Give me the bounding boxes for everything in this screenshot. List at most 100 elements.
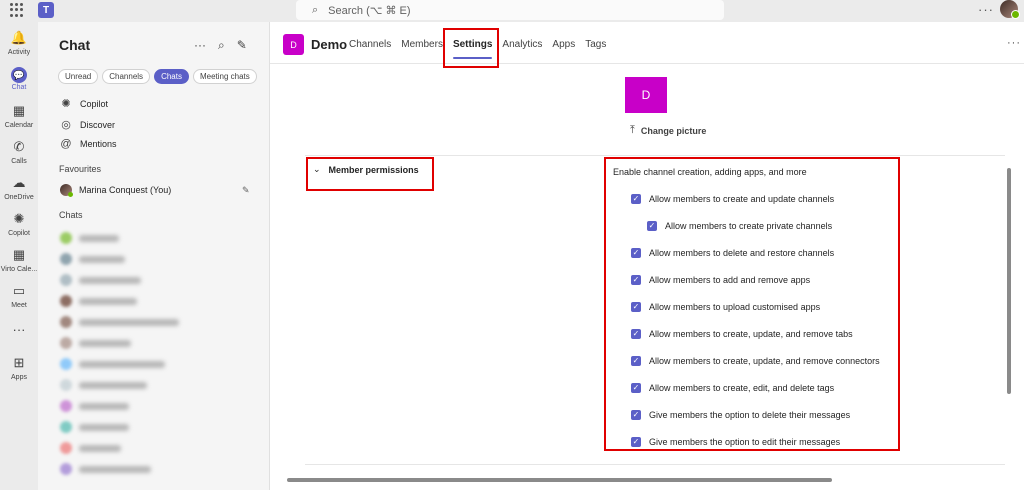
search-bar[interactable]: ⌕ Search (⌥ ⌘ E) (296, 0, 724, 20)
copilot-icon: ✺ (61, 98, 71, 110)
title-bar: T ⌕ Search (⌥ ⌘ E) ··· (0, 0, 1024, 22)
rail-item-copilot[interactable]: ✺ Copilot (0, 211, 38, 245)
new-chat-icon[interactable]: ✎ (237, 38, 247, 53)
list-item[interactable] (60, 421, 129, 433)
list-item[interactable] (60, 337, 131, 349)
app-rail: 🔔 Activity 💬 Chat ▦ Calendar ✆ Calls ☁ O… (0, 22, 38, 490)
rail-item-apps[interactable]: ⊞ Apps (0, 355, 38, 389)
filter-channels[interactable]: Channels (102, 69, 151, 84)
change-picture-button[interactable]: ⤒ Change picture (630, 124, 706, 137)
rail-item-activity[interactable]: 🔔 Activity (0, 30, 38, 64)
divider (305, 464, 1005, 465)
search-icon[interactable]: ⌕ (218, 38, 225, 53)
avatar (60, 232, 72, 244)
list-item[interactable] (60, 274, 141, 286)
calendar-icon: ▦ (12, 103, 26, 118)
avatar (60, 295, 72, 307)
more-icon: ··· (12, 322, 26, 337)
video-icon: ▭ (12, 283, 26, 298)
rail-item-onedrive[interactable]: ☁ OneDrive (0, 175, 38, 209)
nav-item-mentions[interactable]: @ Mentions (60, 138, 116, 150)
redacted-chat-name (79, 276, 141, 284)
divider (305, 155, 1005, 156)
rail-item-calls[interactable]: ✆ Calls (0, 139, 38, 173)
at-icon: @ (60, 138, 72, 150)
chat-list-pane: Chat ··· ⌕ ✎ Unread Channels Chats Meeti… (38, 22, 270, 490)
chats-section-label: Chats (59, 210, 83, 220)
list-item[interactable] (60, 316, 179, 328)
redacted-chat-name (79, 255, 125, 263)
list-item[interactable] (60, 379, 147, 391)
horizontal-scrollbar[interactable] (287, 478, 832, 482)
redacted-chat-name (79, 234, 119, 242)
tab-analytics[interactable]: Analytics (502, 39, 542, 50)
chat-pane-title: Chat (59, 37, 91, 53)
upload-icon: ⤒ (630, 124, 635, 136)
avatar (60, 463, 72, 475)
list-item[interactable] (60, 358, 165, 370)
redacted-chat-name (79, 339, 131, 347)
avatar (60, 337, 72, 349)
team-avatar: D (283, 34, 304, 55)
list-item[interactable] (60, 400, 129, 412)
avatar (60, 316, 72, 328)
compose-icon[interactable]: ✎ (242, 185, 250, 196)
redacted-chat-name (79, 318, 179, 326)
chat-filters: Unread Channels Chats Meeting chats (58, 69, 257, 84)
tab-members[interactable]: Members (401, 39, 443, 50)
phone-icon: ✆ (13, 139, 25, 154)
redacted-chat-name (79, 423, 129, 431)
avatar (60, 253, 72, 265)
team-header: D Demo Channels Members Settings Analyti… (270, 22, 1024, 64)
plus-box-icon: ⊞ (13, 355, 25, 370)
bell-icon: 🔔 (10, 30, 28, 45)
avatar (60, 379, 72, 391)
settings-tab-highlight (443, 28, 499, 68)
cloud-icon: ☁ (12, 175, 26, 190)
search-icon: ⌕ (312, 3, 319, 16)
copilot-icon: ✺ (13, 211, 25, 226)
vertical-scrollbar[interactable] (1007, 168, 1011, 394)
list-item[interactable] (60, 295, 137, 307)
chat-icon: 💬 (11, 67, 27, 83)
avatar (60, 400, 72, 412)
compass-icon: ◎ (61, 119, 71, 131)
rail-item-chat[interactable]: 💬 Chat (0, 67, 38, 101)
settings-more-button[interactable]: ··· (978, 2, 994, 17)
teams-logo-icon: T (38, 2, 54, 18)
search-placeholder: Search (⌥ ⌘ E) (328, 4, 411, 17)
team-picture: D (625, 77, 667, 113)
list-item[interactable] (60, 442, 121, 454)
more-options-icon[interactable]: ··· (194, 38, 206, 53)
redacted-chat-name (79, 360, 165, 368)
list-item[interactable] (60, 463, 151, 475)
grid-calendar-icon: ▦ (12, 247, 26, 262)
tab-apps[interactable]: Apps (552, 39, 575, 50)
filter-meeting-chats[interactable]: Meeting chats (192, 69, 257, 84)
redacted-chat-name (79, 444, 121, 452)
permissions-list-highlight (604, 157, 900, 451)
nav-item-discover[interactable]: ◎ Discover (60, 118, 115, 131)
more-options-icon[interactable]: ··· (1007, 37, 1021, 49)
favourites-label: Favourites (59, 164, 102, 174)
rail-item-meet[interactable]: ▭ Meet (0, 283, 38, 317)
redacted-chat-name (79, 465, 151, 473)
team-settings-view: D Demo Channels Members Settings Analyti… (270, 22, 1024, 490)
rail-item-more[interactable]: ··· (0, 322, 38, 356)
filter-unread[interactable]: Unread (58, 69, 99, 84)
list-item[interactable] (60, 232, 119, 244)
rail-item-virto-calendar[interactable]: ▦ Virto Cale... (0, 247, 38, 281)
favourite-name: Marina Conquest (You) (79, 185, 172, 195)
rail-item-calendar[interactable]: ▦ Calendar (0, 103, 38, 137)
app-launcher-icon[interactable] (10, 3, 24, 17)
list-item[interactable] (60, 253, 125, 265)
redacted-chat-name (79, 381, 147, 389)
filter-chats[interactable]: Chats (154, 69, 189, 84)
avatar (60, 442, 72, 454)
favourite-chat-item[interactable]: Marina Conquest (You) ✎ (60, 184, 260, 197)
user-avatar[interactable] (1000, 0, 1020, 19)
tab-channels[interactable]: Channels (349, 39, 391, 50)
tab-tags[interactable]: Tags (585, 39, 606, 50)
avatar (60, 274, 72, 286)
nav-item-copilot[interactable]: ✺ Copilot (60, 97, 108, 110)
